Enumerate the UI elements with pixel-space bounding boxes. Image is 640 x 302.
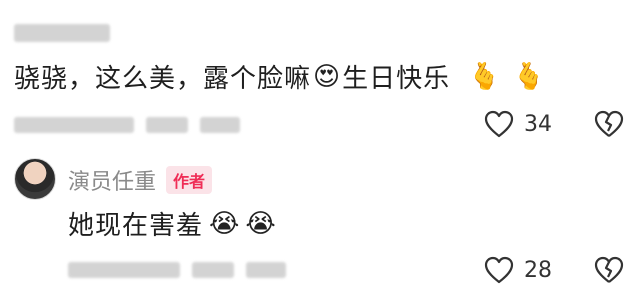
comment-body: 骁骁，这么美，露个脸嘛 😍 生日快乐 🫰 🫰 <box>14 58 545 95</box>
reply-text: 她现在害羞 <box>68 211 204 241</box>
finger-heart-emoji-2: 🫰 <box>512 61 545 92</box>
commenter-username-blurred[interactable] <box>14 24 110 42</box>
author-badge: 作者 <box>166 166 213 194</box>
dislike-button[interactable] <box>594 110 624 138</box>
crying-emoji: 😭 <box>209 208 240 239</box>
heart-outline-icon <box>484 110 514 138</box>
author-line: 演员任重 作者 <box>68 164 213 196</box>
comment-text: 骁骁，这么美，露个脸嘛 <box>14 64 312 94</box>
broken-heart-icon <box>594 110 624 138</box>
broken-heart-icon <box>594 256 624 284</box>
reply-body: 她现在害羞 😭 😭 <box>68 205 276 242</box>
comment-meta-blurred <box>14 117 240 133</box>
comment-text-tail: 生日快乐 <box>342 64 451 94</box>
heart-eyes-emoji: 😍 <box>313 61 341 92</box>
avatar[interactable] <box>14 158 56 200</box>
reply-like-count: 28 <box>524 257 552 283</box>
reply-meta-blurred <box>68 262 286 278</box>
heart-outline-icon <box>484 256 514 284</box>
reply-dislike-button[interactable] <box>594 256 624 284</box>
crying-emoji-2: 😭 <box>245 208 276 239</box>
like-count: 34 <box>524 111 552 137</box>
reply-like-button[interactable]: 28 <box>484 256 552 284</box>
finger-heart-emoji: 🫰 <box>468 61 501 92</box>
like-button[interactable]: 34 <box>484 110 552 138</box>
author-name[interactable]: 演员任重 <box>68 164 156 196</box>
